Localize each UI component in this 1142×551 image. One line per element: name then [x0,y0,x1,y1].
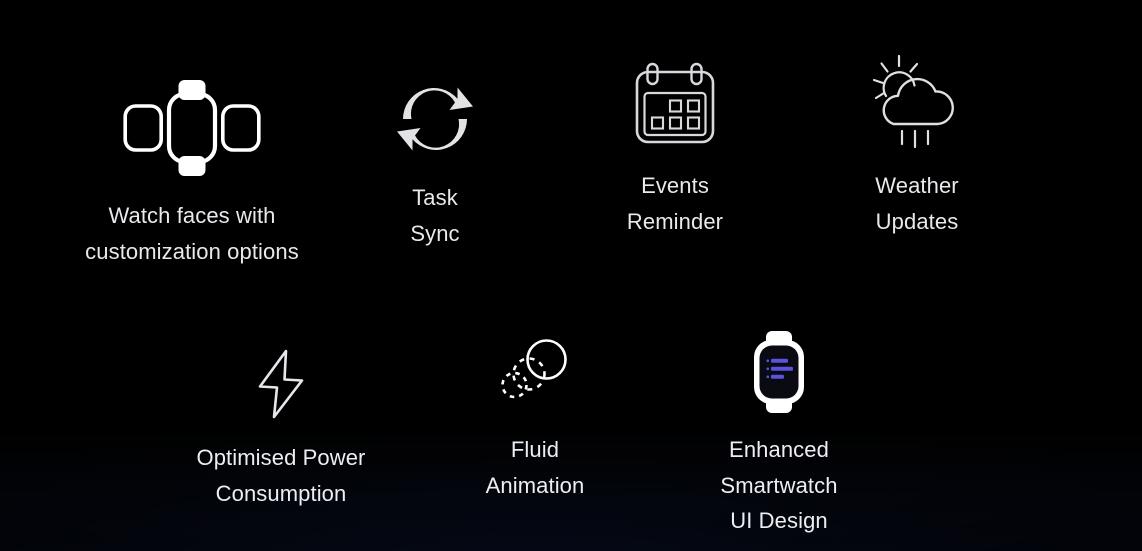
lightning-bolt-icon [252,348,310,420]
smartwatch-ui-icon [751,330,807,414]
feature-label: Optimised Power Consumption [196,445,366,506]
feature-optimised-power: Optimised Power Consumption [178,348,384,511]
feature-watch-faces: Watch faces with customization options [56,78,328,269]
sun-cloud-rain-icon [867,52,967,152]
feature-label: Fluid Animation [485,437,585,498]
feature-label: Events Reminder [626,173,724,234]
sync-arrows-icon [395,80,475,158]
feature-events-reminder: Events Reminder [594,58,756,239]
feature-label: Weather Updates [875,173,959,234]
feature-label: Watch faces with customization options [85,203,299,264]
feature-label: Enhanced Smartwatch UI Design [720,437,838,534]
motion-circles-icon [496,336,574,408]
feature-slide: Watch faces with customization options T… [0,0,1142,551]
calendar-icon [634,58,716,148]
watch-faces-icon [122,78,262,178]
feature-weather-updates: Weather Updates [838,52,996,239]
feature-label: Task Sync [410,185,460,246]
feature-task-sync: Task Sync [358,80,512,251]
feature-fluid-animation: Fluid Animation [452,336,618,503]
feature-enhanced-ui: Enhanced Smartwatch UI Design [690,330,868,539]
